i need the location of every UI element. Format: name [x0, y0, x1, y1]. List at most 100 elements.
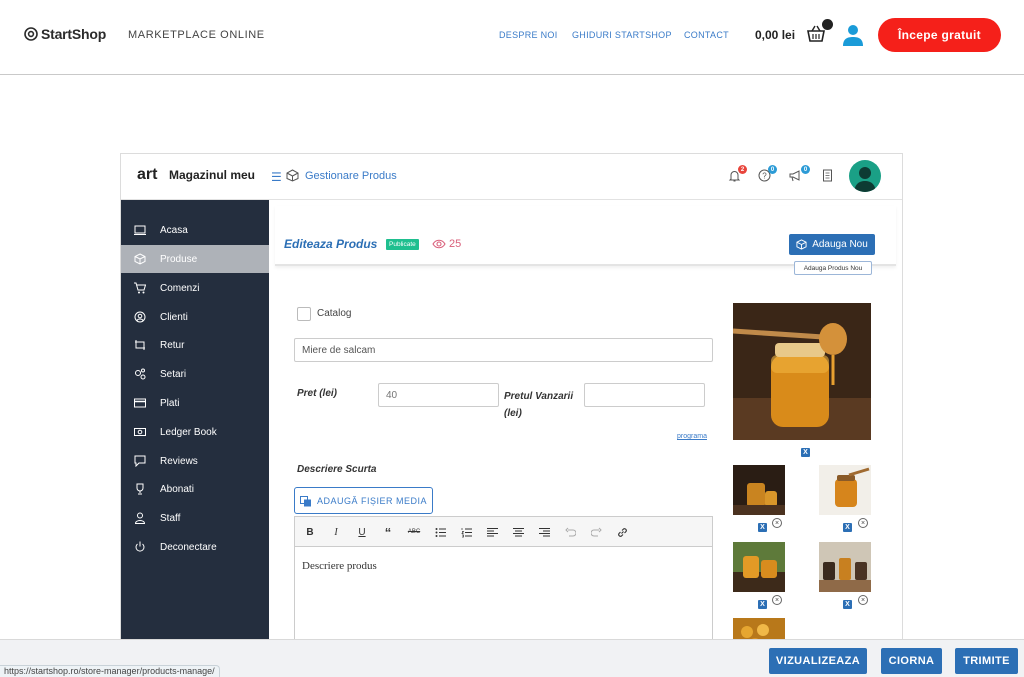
undo-icon[interactable] [562, 525, 578, 539]
media-icon [299, 495, 311, 506]
account-icon[interactable] [843, 24, 863, 46]
remove-gallery-image-3[interactable]: X [758, 600, 767, 609]
product-name-field[interactable] [294, 338, 713, 362]
gallery-image-2[interactable] [819, 465, 871, 515]
notification-badge: 2 [738, 165, 747, 174]
gallery-image-3-close-icon[interactable]: × [772, 595, 782, 605]
italic-icon[interactable]: I [328, 525, 344, 539]
sidebar-item-label: Staff [160, 512, 181, 524]
sidebar-item-acasa[interactable]: Acasa [121, 216, 269, 244]
sidebar-item-retur[interactable]: Retur [121, 331, 269, 359]
svg-text:?: ? [762, 172, 767, 181]
honey-jars-thumb [819, 542, 871, 592]
gallery-image-4-close-icon[interactable]: × [858, 595, 868, 605]
announcement-badge: 0 [801, 165, 810, 174]
store-manager-window: art Magazinul meu ☰ Gestionare Produs 2 … [120, 153, 903, 677]
user-circle-icon [134, 311, 146, 323]
status-badge: Publicate [386, 239, 419, 250]
menu-toggle-icon[interactable]: ☰ [271, 170, 282, 184]
blockquote-icon[interactable]: “ [380, 525, 396, 540]
nav-link-contact[interactable]: CONTACT [684, 30, 729, 40]
site-logo[interactable]: StartShop [24, 26, 106, 42]
main-product-image[interactable] [733, 303, 871, 440]
link-icon[interactable] [614, 525, 630, 539]
honey-jar-thumb [733, 542, 785, 592]
product-editor: Editeaza Produs Publicate 25 Adauga Nou … [269, 200, 902, 676]
gears-icon [135, 368, 146, 380]
sale-price-field[interactable] [584, 383, 705, 407]
remove-gallery-image-2[interactable]: X [843, 523, 852, 532]
underline-icon[interactable]: U [354, 525, 370, 539]
schedule-link[interactable]: programa [677, 433, 707, 440]
redo-icon[interactable] [588, 525, 604, 539]
add-new-tooltip: Adauga Produs Nou [794, 261, 872, 275]
start-free-button[interactable]: Începe gratuit [878, 18, 1001, 52]
remove-gallery-image-1[interactable]: X [758, 523, 767, 532]
align-left-icon[interactable] [484, 525, 500, 539]
bold-icon[interactable]: B [302, 525, 318, 539]
price-label: Pret (lei) [297, 388, 338, 399]
sidebar-item-staff[interactable]: Staff [121, 504, 269, 532]
comment-icon [134, 455, 146, 467]
submit-button[interactable]: TRIMITE [955, 648, 1018, 674]
site-tagline: MARKETPLACE ONLINE [128, 29, 265, 41]
add-new-label: Adauga Nou [812, 239, 868, 250]
honey-jar-thumb [819, 465, 871, 515]
add-media-button[interactable]: ADAUGĂ FIȘIER MEDIA [294, 487, 433, 514]
sidebar-item-setari[interactable]: Setari [121, 360, 269, 388]
status-bar-url: https://startshop.ro/store-manager/produ… [0, 665, 220, 677]
description-text: Descriere produs [302, 560, 377, 572]
document-icon[interactable] [821, 169, 834, 182]
add-new-product-button[interactable]: Adauga Nou [789, 234, 875, 255]
megaphone-icon[interactable] [789, 169, 802, 182]
sidebar-item-label: Retur [160, 339, 185, 351]
site-logo-text: StartShop [41, 26, 107, 42]
sidebar-item-ledger-book[interactable]: Ledger Book [121, 418, 269, 446]
remove-image-button[interactable]: X [801, 448, 810, 457]
sale-price-label: Pretul Vanzarii (lei) [504, 391, 574, 419]
honey-jar-image [733, 303, 871, 440]
gallery-image-3[interactable] [733, 542, 785, 592]
price-field[interactable] [378, 383, 499, 407]
preview-button[interactable]: VIZUALIZEAZA [769, 648, 867, 674]
trophy-icon [136, 483, 144, 495]
align-right-icon[interactable] [536, 525, 552, 539]
sidebar-item-label: Ledger Book [160, 426, 217, 438]
app-brand[interactable]: Magazinul meu [169, 168, 255, 182]
sidebar-item-produse[interactable]: Produse [121, 245, 269, 273]
gallery-image-4[interactable] [819, 542, 871, 592]
sidebar-item-comenzi[interactable]: Comenzi [121, 274, 269, 302]
numbered-list-icon[interactable] [458, 525, 474, 539]
align-center-icon[interactable] [510, 525, 526, 539]
sidebar-item-deconectare[interactable]: Deconectare [121, 533, 269, 561]
gallery-image-1[interactable] [733, 465, 785, 515]
monitor-icon [134, 225, 146, 235]
sidebar-item-plati[interactable]: Plati [121, 389, 269, 417]
sidebar-item-reviews[interactable]: Reviews [121, 447, 269, 475]
sidebar-item-clienti[interactable]: Clienti [121, 303, 269, 331]
draft-button[interactable]: CIORNA [881, 648, 942, 674]
sidebar-item-label: Acasa [160, 224, 188, 236]
sidebar: Acasa Produse Comenzi Clienti Retur Seta… [121, 200, 269, 676]
site-header: StartShop MARKETPLACE ONLINE DESPRE NOI … [0, 0, 1024, 75]
credit-card-icon [134, 398, 146, 408]
page-title: Editeaza Produs [284, 237, 378, 251]
app-brand-short: art [137, 166, 158, 183]
sidebar-item-label: Comenzi [160, 282, 200, 294]
breadcrumb[interactable]: Gestionare Produs [305, 170, 397, 182]
nav-link-ghiduri[interactable]: GHIDURI STARTSHOP [572, 30, 672, 40]
user-icon [134, 512, 146, 524]
box-icon [134, 253, 146, 265]
user-avatar[interactable] [849, 160, 881, 192]
bullet-list-icon[interactable] [432, 525, 448, 539]
money-icon [134, 428, 146, 436]
gallery-image-2-close-icon[interactable]: × [858, 518, 868, 528]
catalog-checkbox[interactable] [297, 307, 311, 321]
nav-link-despre-noi[interactable]: DESPRE NOI [499, 30, 558, 40]
editor-toolbar: B I U “ ABC [295, 517, 712, 547]
gallery-image-1-close-icon[interactable]: × [772, 518, 782, 528]
remove-gallery-image-4[interactable]: X [843, 600, 852, 609]
sidebar-item-abonati[interactable]: Abonati [121, 475, 269, 503]
short-description-label: Descriere Scurta [297, 464, 377, 475]
strikethrough-icon[interactable]: ABC [406, 525, 422, 539]
